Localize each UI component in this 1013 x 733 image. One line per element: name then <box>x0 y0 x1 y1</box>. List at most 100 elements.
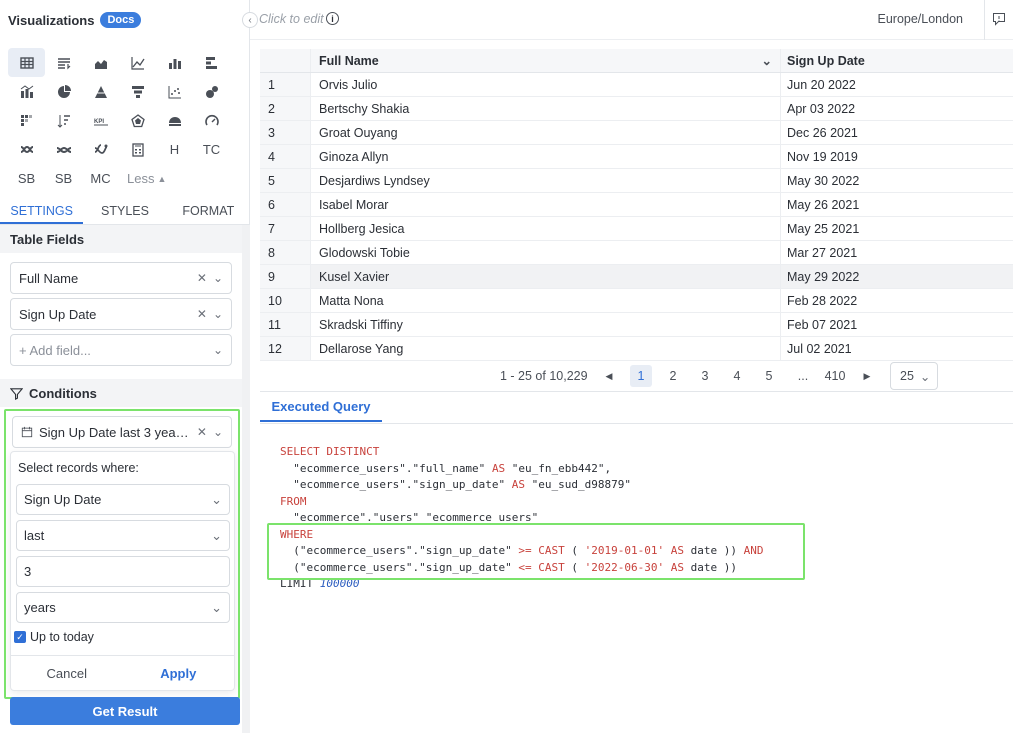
comment-icon[interactable] <box>992 12 1006 26</box>
cell-sign-up-date[interactable]: May 29 2022 <box>780 265 1013 288</box>
chevron-down-icon[interactable]: ⌄ <box>213 307 223 321</box>
table-row[interactable]: 9 Kusel Xavier May 29 2022 <box>260 265 1013 289</box>
calculator-icon[interactable] <box>119 135 156 164</box>
pyramid-icon[interactable] <box>82 77 119 106</box>
close-icon[interactable]: ✕ <box>197 271 207 285</box>
close-icon[interactable]: ✕ <box>197 307 207 321</box>
cell-full-name[interactable]: Groat Ouyang <box>310 121 780 144</box>
page-3[interactable]: 3 <box>694 365 716 387</box>
table-icon[interactable] <box>8 48 45 77</box>
table-row[interactable]: 3 Groat Ouyang Dec 26 2021 <box>260 121 1013 145</box>
cell-full-name[interactable]: Skradski Tiffiny <box>310 313 780 336</box>
highlight-box-conditions <box>4 409 240 699</box>
bar-chart-icon[interactable] <box>156 48 193 77</box>
chevron-down-icon[interactable]: ⌄ <box>213 271 223 285</box>
network-icon[interactable] <box>82 135 119 164</box>
cell-full-name[interactable]: Matta Nona <box>310 289 780 312</box>
cell-full-name[interactable]: Dellarose Yang <box>310 337 780 360</box>
page-2[interactable]: 2 <box>662 365 684 387</box>
table-row[interactable]: 11 Skradski Tiffiny Feb 07 2021 <box>260 313 1013 337</box>
sort-icon[interactable] <box>45 106 82 135</box>
h-chart-item[interactable]: H <box>156 135 193 164</box>
page-1[interactable]: 1 <box>630 365 652 387</box>
get-result-button[interactable]: Get Result <box>10 697 240 725</box>
page-size-select[interactable]: 25 ⌄ <box>890 362 938 390</box>
map-icon[interactable] <box>156 106 193 135</box>
line-chart-icon[interactable] <box>119 48 156 77</box>
add-field-placeholder: + Add field... <box>19 342 91 358</box>
pie-chart-icon[interactable] <box>45 77 82 106</box>
cell-sign-up-date[interactable]: Dec 26 2021 <box>780 121 1013 144</box>
page-4[interactable]: 4 <box>726 365 748 387</box>
cell-full-name[interactable]: Isabel Morar <box>310 193 780 216</box>
add-field-select[interactable]: + Add field... ⌄ <box>10 334 232 366</box>
chord-icon[interactable] <box>45 135 82 164</box>
cell-sign-up-date[interactable]: Jun 20 2022 <box>780 73 1013 96</box>
column-header-full-name[interactable]: Full Name ⌄ <box>310 49 780 72</box>
cell-sign-up-date[interactable]: Apr 03 2022 <box>780 97 1013 120</box>
field-full-name[interactable]: Full Name ✕ ⌄ <box>10 262 232 294</box>
chevron-down-icon[interactable]: ⌄ <box>762 53 772 68</box>
kpi-icon[interactable]: KPI <box>82 106 119 135</box>
sb-chart-item-1[interactable]: SB <box>8 164 45 193</box>
cell-sign-up-date[interactable]: Feb 28 2022 <box>780 289 1013 312</box>
scrollbar[interactable] <box>242 225 250 733</box>
bubble-icon[interactable] <box>193 77 230 106</box>
less-toggle[interactable]: Less ▲ <box>119 164 193 193</box>
table-row[interactable]: 1 Orvis Julio Jun 20 2022 <box>260 73 1013 97</box>
cell-full-name[interactable]: Glodowski Tobie <box>310 241 780 264</box>
chevron-down-icon[interactable]: ⌄ <box>213 343 223 357</box>
sb-chart-item-2[interactable]: SB <box>45 164 82 193</box>
collapse-panel-icon[interactable]: ‹ <box>242 12 258 28</box>
page-410[interactable]: 410 <box>822 365 848 387</box>
prev-page-icon[interactable]: ◀ <box>598 365 620 387</box>
cell-sign-up-date[interactable]: May 30 2022 <box>780 169 1013 192</box>
cell-sign-up-date[interactable]: May 26 2021 <box>780 193 1013 216</box>
combo-chart-icon[interactable] <box>8 77 45 106</box>
cell-full-name[interactable]: Hollberg Jesica <box>310 217 780 240</box>
sankey-icon[interactable] <box>8 135 45 164</box>
scatter-icon[interactable] <box>156 77 193 106</box>
gauge-icon[interactable] <box>193 106 230 135</box>
cell-sign-up-date[interactable]: Feb 07 2021 <box>780 313 1013 336</box>
tab-styles[interactable]: STYLES <box>83 197 166 224</box>
heatmap-icon[interactable] <box>8 106 45 135</box>
cell-full-name[interactable]: Ginoza Allyn <box>310 145 780 168</box>
area-chart-icon[interactable] <box>82 48 119 77</box>
cell-full-name[interactable]: Kusel Xavier <box>310 265 780 288</box>
field-sign-up-date[interactable]: Sign Up Date ✕ ⌄ <box>10 298 232 330</box>
conditions-heading: Conditions <box>0 379 242 407</box>
column-header-sign-up-date[interactable]: Sign Up Date <box>780 49 1013 72</box>
chevron-up-icon: ▲ <box>157 173 167 184</box>
radar-icon[interactable] <box>119 106 156 135</box>
cell-sign-up-date[interactable]: Nov 19 2019 <box>780 145 1013 168</box>
cell-full-name[interactable]: Orvis Julio <box>310 73 780 96</box>
horizontal-bar-icon[interactable] <box>193 48 230 77</box>
cell-sign-up-date[interactable]: Mar 27 2021 <box>780 241 1013 264</box>
cell-sign-up-date[interactable]: Jul 02 2021 <box>780 337 1013 360</box>
page-5[interactable]: 5 <box>758 365 780 387</box>
table-row[interactable]: 6 Isabel Morar May 26 2021 <box>260 193 1013 217</box>
table-row[interactable]: 5 Desjardiws Lyndsey May 30 2022 <box>260 169 1013 193</box>
next-page-icon[interactable]: ▶ <box>856 365 878 387</box>
tab-executed-query[interactable]: Executed Query <box>260 392 382 422</box>
cell-sign-up-date[interactable]: May 25 2021 <box>780 217 1013 240</box>
cell-full-name[interactable]: Bertschy Shakia <box>310 97 780 120</box>
click-to-edit[interactable]: Click to edit <box>259 12 324 26</box>
mc-chart-item[interactable]: MC <box>82 164 119 193</box>
cell-full-name[interactable]: Desjardiws Lyndsey <box>310 169 780 192</box>
timezone-label[interactable]: Europe/London <box>878 12 964 26</box>
table-row[interactable]: 12 Dellarose Yang Jul 02 2021 <box>260 337 1013 361</box>
docs-badge[interactable]: Docs <box>100 12 142 28</box>
table-row[interactable]: 2 Bertschy Shakia Apr 03 2022 <box>260 97 1013 121</box>
tab-format[interactable]: FORMAT <box>167 197 250 224</box>
tab-settings[interactable]: SETTINGS <box>0 197 84 224</box>
pivot-table-icon[interactable] <box>45 48 82 77</box>
tc-chart-item[interactable]: TC <box>193 135 230 164</box>
table-row[interactable]: 8 Glodowski Tobie Mar 27 2021 <box>260 241 1013 265</box>
table-row[interactable]: 4 Ginoza Allyn Nov 19 2019 <box>260 145 1013 169</box>
table-row[interactable]: 10 Matta Nona Feb 28 2022 <box>260 289 1013 313</box>
funnel-icon[interactable] <box>119 77 156 106</box>
table-row[interactable]: 7 Hollberg Jesica May 25 2021 <box>260 217 1013 241</box>
info-icon[interactable]: i <box>326 12 339 25</box>
